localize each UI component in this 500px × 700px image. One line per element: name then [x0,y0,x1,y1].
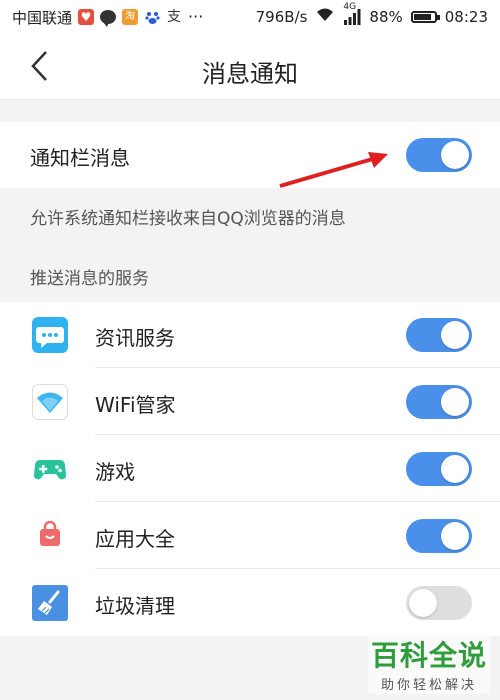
app-header: 消息通知 [0,34,500,100]
shopping-bag-icon [32,518,68,554]
services-section-title: 推送消息的服务 [30,269,149,289]
notification-bar-label: 通知栏消息 [30,146,130,170]
cell-signal-icon: 4G [343,2,361,25]
toggle-knob [441,455,469,483]
network-type: 4G [343,2,357,12]
service-name: 垃圾清理 [95,594,175,618]
gamepad-icon [32,451,68,487]
battery-percent: 88% [369,8,403,26]
more-dots-icon: ··· [188,7,204,26]
service-toggle-games[interactable] [406,452,472,486]
service-item-games[interactable]: 游戏 [0,436,500,502]
notification-bar-toggle[interactable] [406,138,472,172]
service-item-wifi[interactable]: WiFi管家 [0,369,500,435]
service-toggle-wifi[interactable] [406,385,472,419]
notification-bar-row[interactable]: 通知栏消息 [0,122,500,188]
toggle-knob [409,589,437,617]
toggle-knob [441,141,469,169]
service-name: 资讯服务 [95,326,175,350]
annotation-arrow [279,152,388,188]
baidu-icon [144,9,160,25]
watermark-main-text: 百科全说 [370,639,487,672]
service-toggle-news[interactable] [406,318,472,352]
battery-icon [410,11,440,23]
wifi-icon [32,384,68,420]
watermark-logo: 百科全说 助你轻松解决 [368,632,490,694]
divider [95,568,500,569]
service-name: WiFi管家 [95,393,176,417]
status-bar-left: 中国联通 ♥ 淘 支 ··· [12,7,256,28]
toggle-knob [441,522,469,550]
divider [95,501,500,502]
service-toggle-apps[interactable] [406,519,472,553]
status-bar-right: 796B/s 4G 88% 08:23 [255,2,488,27]
broom-icon [32,585,68,621]
chat-icon [100,10,117,27]
watermark-sub-text: 助你轻松解决 [380,678,477,693]
weibo-icon: ♥ [78,9,95,25]
divider [95,434,500,435]
news-chat-icon [32,317,68,353]
status-bar: 中国联通 ♥ 淘 支 ··· 796B/s 4G 88% 08:23 [0,0,500,34]
service-toggle-cleanup[interactable] [406,586,472,620]
service-item-cleanup[interactable]: 垃圾清理 [0,570,500,636]
toggle-knob [441,388,469,416]
service-item-news[interactable]: 资讯服务 [0,302,500,368]
services-list: 资讯服务 WiFi管家 游戏 应用大全 垃圾清理 [0,302,500,636]
notification-description: 允许系统通知栏接收来自QQ浏览器的消息 [30,209,346,229]
service-name: 应用大全 [95,527,175,551]
alipay-icon: 支 [167,9,182,25]
page-title: 消息通知 [202,60,298,88]
network-speed: 796B/s [255,8,308,26]
service-item-apps[interactable]: 应用大全 [0,503,500,569]
toggle-knob [441,321,469,349]
divider [95,367,500,368]
clock: 08:23 [444,8,488,26]
taobao-icon: 淘 [122,9,139,25]
service-name: 游戏 [95,460,135,484]
wifi-signal-icon [315,7,335,27]
carrier-label: 中国联通 [12,8,73,27]
